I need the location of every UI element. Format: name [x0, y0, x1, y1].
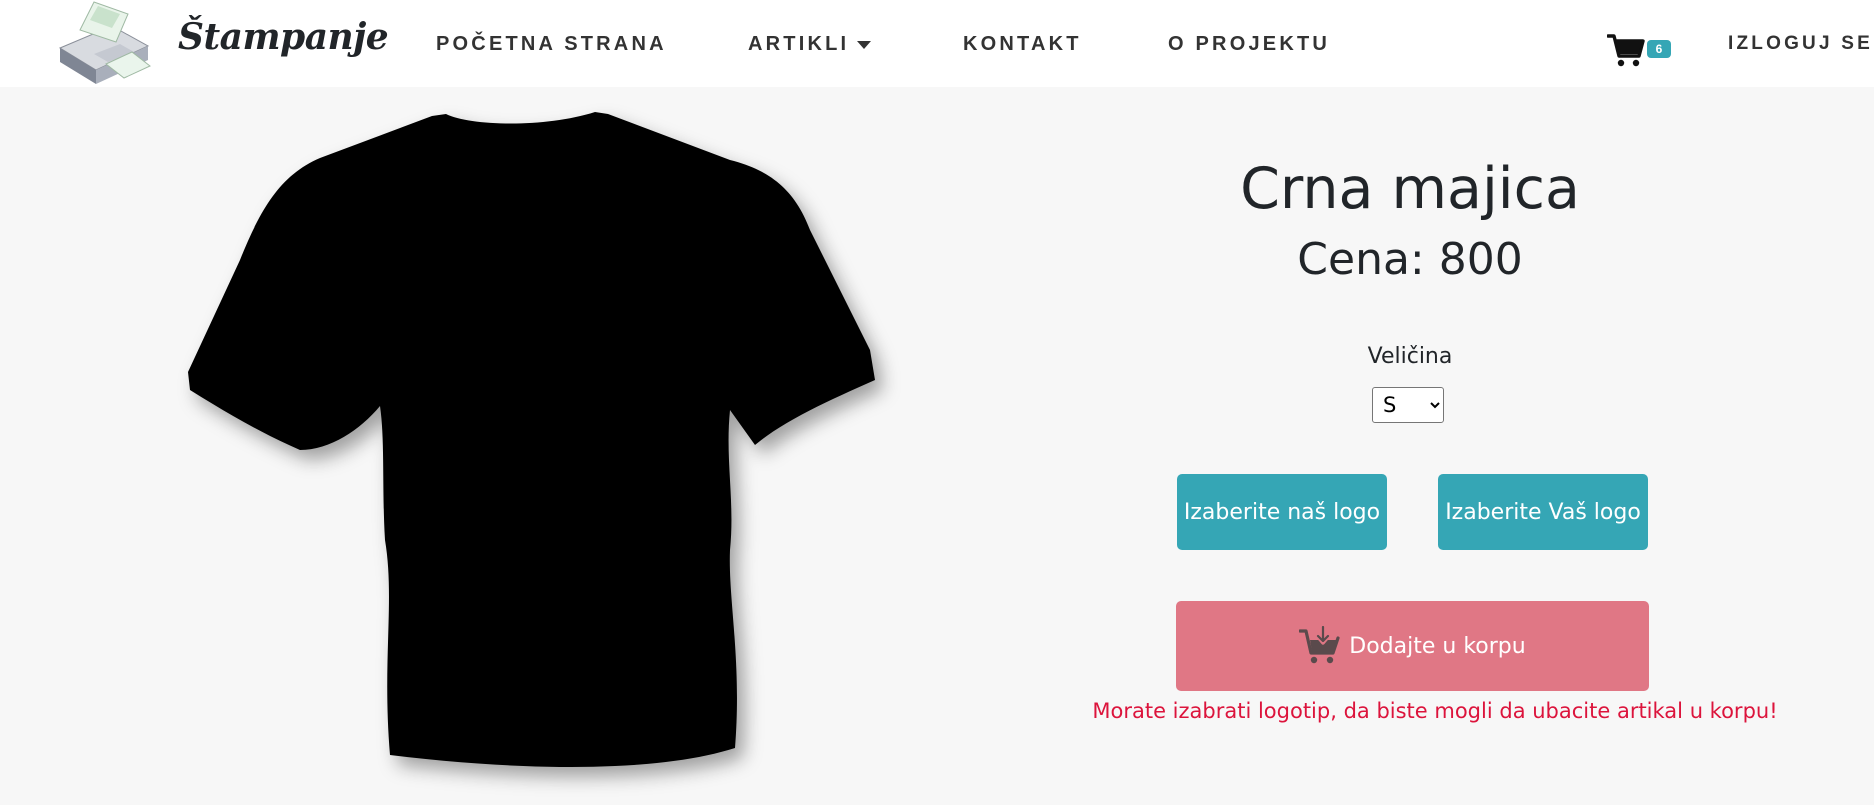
cart-count-badge: 6: [1647, 40, 1671, 58]
size-select[interactable]: S: [1372, 387, 1444, 423]
caret-down-icon: [857, 40, 872, 49]
nav-link-o-projektu[interactable]: O PROJEKTU: [1168, 33, 1330, 56]
printer-icon[interactable]: [50, 0, 152, 88]
choose-our-logo-button[interactable]: Izaberite naš logo: [1177, 474, 1387, 550]
navbar: Štampanje POČETNA STRANA ARTIKLI KONTAKT…: [0, 0, 1874, 87]
t-shirt-image: [188, 112, 875, 767]
add-to-cart-button[interactable]: Dodajte u korpu: [1176, 601, 1649, 691]
brand-name[interactable]: Štampanje: [178, 16, 389, 58]
nav-link-artikli-label: ARTIKLI: [748, 33, 850, 55]
cart-download-icon: [1299, 626, 1340, 664]
size-label: Veličina: [1367, 344, 1453, 369]
logout-link[interactable]: IZLOGUJ SE: [1728, 33, 1873, 55]
shopping-cart-icon: [1606, 34, 1645, 67]
nav-link-kontakt[interactable]: KONTAKT: [963, 33, 1082, 56]
cart-button[interactable]: 6: [1606, 32, 1671, 68]
choose-your-logo-button[interactable]: Izaberite Vaš logo: [1438, 474, 1648, 550]
product-title: Crna majica: [1240, 156, 1580, 222]
nav-link-artikli[interactable]: ARTIKLI: [748, 33, 872, 56]
logo-warning-message: Morate izabrati logotip, da biste mogli …: [1092, 699, 1778, 723]
product-price: Cena: 800: [1297, 234, 1523, 285]
nav-link-pocetna[interactable]: POČETNA STRANA: [436, 33, 667, 56]
add-to-cart-label: Dodajte u korpu: [1349, 633, 1526, 659]
